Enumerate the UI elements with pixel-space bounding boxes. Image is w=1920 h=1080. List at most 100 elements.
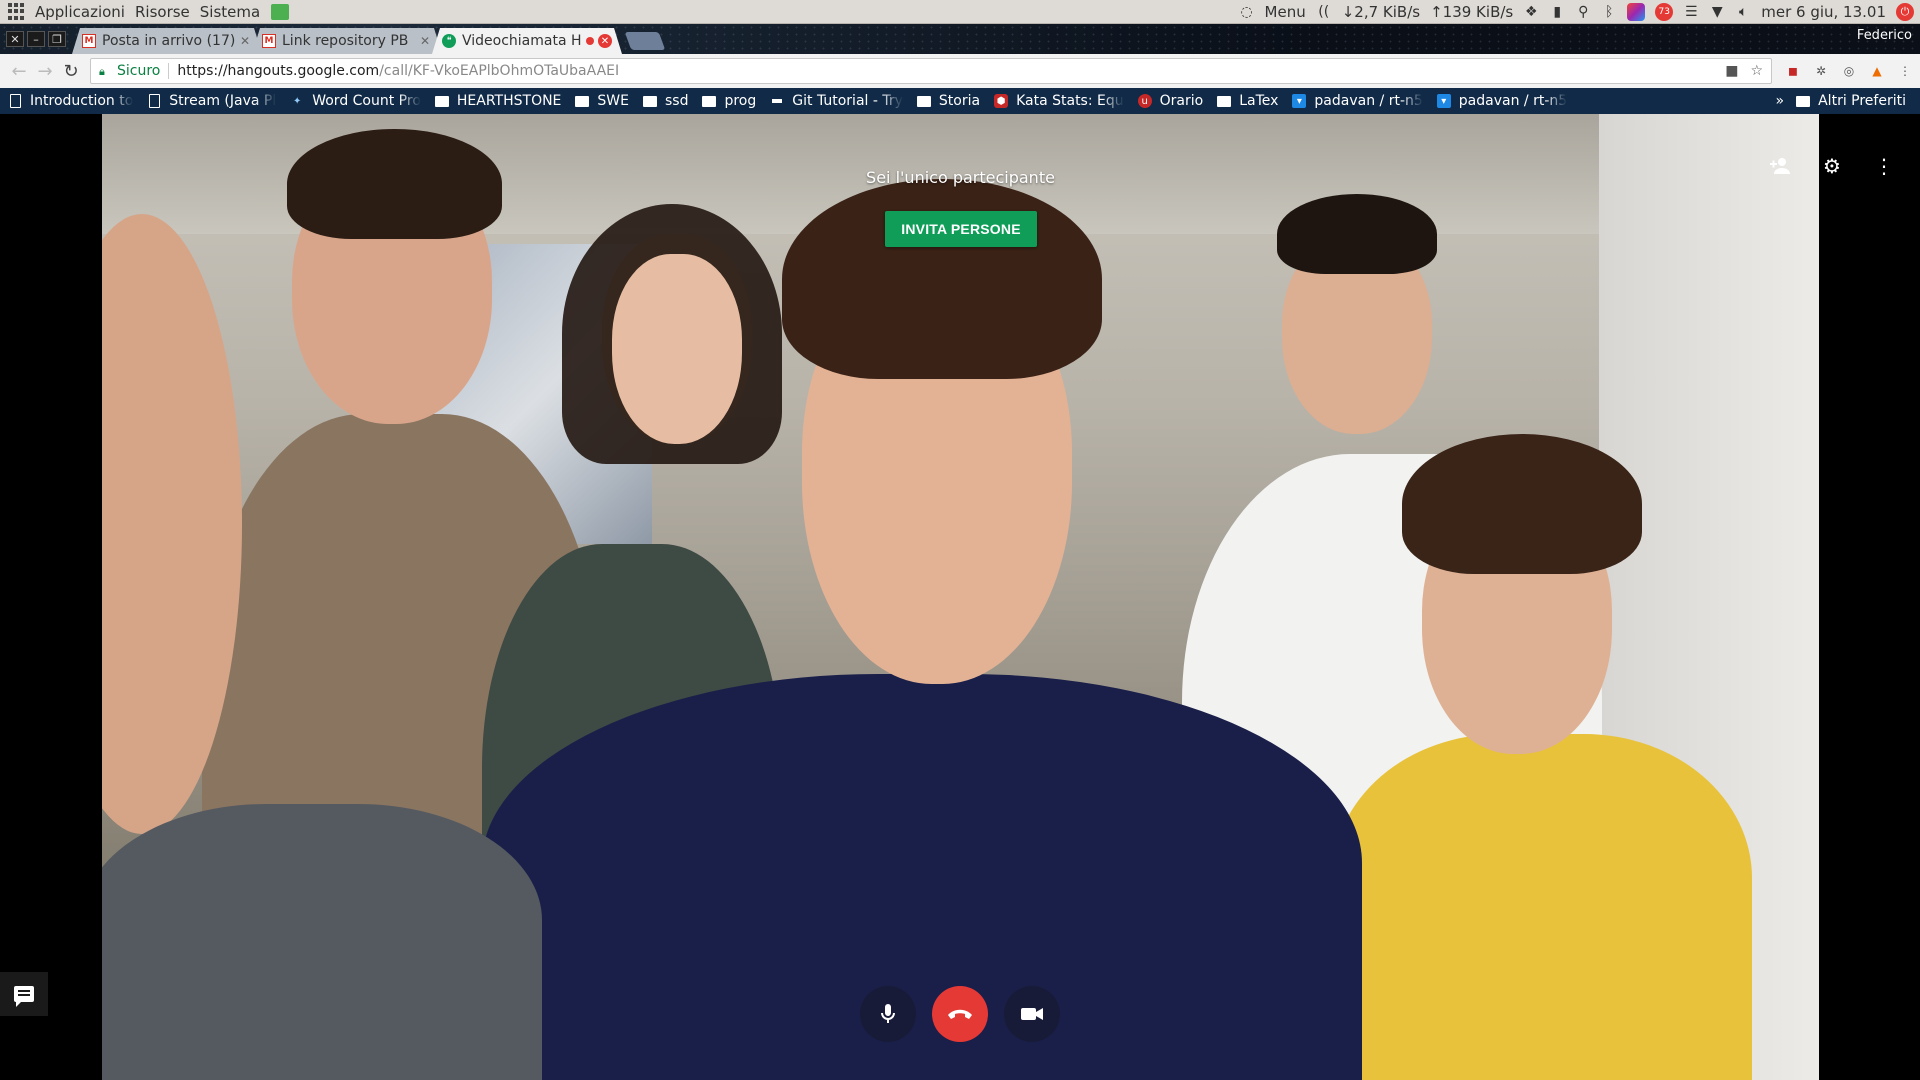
address-bar[interactable]: 🔒︎ Sicuro https://hangouts.google.com/ca… [90, 58, 1772, 84]
reload-icon[interactable]: ↻ [58, 58, 84, 84]
microphone-icon[interactable] [860, 986, 916, 1042]
network-speed-icon: (( [1318, 3, 1330, 20]
bluetooth-icon[interactable]: ᛒ [1601, 4, 1617, 20]
call-controls [0, 986, 1920, 1042]
system-panel: Applicazioni Risorse Sistema ◌ Menu (( ↓… [0, 0, 1920, 24]
net-up-speed: ↑139 KiB/s [1430, 2, 1514, 21]
app-indicator-icon[interactable] [1627, 2, 1646, 21]
invite-people-button[interactable]: INVITA PERSONE [885, 211, 1037, 247]
new-tab-button[interactable] [624, 32, 666, 50]
folder-icon [702, 95, 717, 107]
bookmark-item[interactable]: u Orario [1137, 88, 1203, 114]
unipd-icon: u [1137, 94, 1152, 108]
apps-grid-icon[interactable] [8, 2, 26, 21]
close-window-icon[interactable]: ✕ [6, 31, 24, 47]
close-tab-icon[interactable]: ✕ [418, 34, 432, 48]
menu-globe-icon[interactable]: ◌ [1239, 4, 1255, 20]
tab-title: Link repository PB [282, 33, 409, 49]
bookmark-folder[interactable]: LaTex [1217, 88, 1278, 114]
settings-gear-icon[interactable]: ⚙ [1820, 154, 1844, 178]
battery-icon[interactable]: ▮ [1549, 4, 1565, 20]
bookmark-folder[interactable]: ssd [642, 88, 688, 114]
url-host: https://hangouts.google.com [177, 63, 380, 79]
extension-orange-icon[interactable]: ▲ [1868, 62, 1886, 80]
bookmark-folder[interactable]: Storia [916, 88, 980, 114]
more-options-icon[interactable]: ⋮ [1872, 154, 1896, 178]
tab-strip: ✕ – ❐ M Posta in arrivo (17) ✕ M Link re… [0, 24, 1920, 54]
chrome-menu-icon[interactable]: ⋮ [1896, 62, 1914, 80]
recording-indicator-icon [586, 37, 594, 45]
location-icon[interactable]: ⚲ [1575, 4, 1591, 20]
bitbucket-icon: ▾ [1292, 94, 1307, 108]
wand-icon: ✦ [293, 95, 302, 107]
menu-applicazioni[interactable]: Applicazioni [30, 3, 130, 21]
other-bookmarks-folder[interactable]: Altri Preferiti [1796, 93, 1906, 109]
url-path: /call/KF-VkoEAPlbOhmOTaUbaAAEI [379, 63, 620, 79]
notes-icon[interactable]: ☰ [1683, 4, 1699, 20]
bookmark-item[interactable]: Introduction to [8, 88, 133, 114]
codewars-icon: ⬢ [994, 94, 1009, 108]
bookmark-item[interactable]: ▾ padavan / rt-n5 [1436, 88, 1567, 114]
bookmark-folder[interactable]: HEARTHSTONE [434, 88, 561, 114]
lock-icon[interactable]: 🔒︎ [99, 65, 111, 78]
profile-name[interactable]: Federico [1857, 28, 1912, 43]
folder-icon [1796, 95, 1811, 107]
bookmarks-bar: Introduction to Stream (Java Pl ✦ Word Co… [0, 88, 1920, 114]
video-feed: Sei l'unico partecipante INVITA PERSONE [102, 114, 1819, 1080]
gmail-icon: M [262, 34, 276, 48]
close-tab-icon[interactable]: ✕ [238, 34, 252, 48]
add-person-icon[interactable] [1768, 154, 1792, 178]
bitbucket-icon: ▾ [1436, 94, 1451, 108]
extension-gear-icon[interactable]: ✲ [1812, 62, 1830, 80]
volume-icon[interactable]: 🔈︎ [1735, 4, 1751, 20]
tab-gmail-inbox[interactable]: M Posta in arrivo (17) ✕ [72, 28, 262, 54]
bookmark-item[interactable]: ✦ Word Count Pro [290, 88, 421, 114]
restore-window-icon[interactable]: ❐ [48, 31, 66, 47]
bookmark-folder[interactable]: SWE [575, 88, 629, 114]
browser-toolbar: ← → ↻ 🔒︎ Sicuro https://hangouts.google.… [0, 54, 1920, 88]
tab-videochiamata[interactable]: ❝ Videochiamata H ✕ [432, 28, 622, 54]
folder-icon [1217, 95, 1232, 107]
extension-red-icon[interactable]: ◼ [1784, 62, 1802, 80]
extension-circle-icon[interactable]: ◎ [1840, 62, 1858, 80]
bookmark-item[interactable]: Git Tutorial - Try [770, 88, 903, 114]
page-icon [148, 94, 160, 108]
folder-icon [434, 95, 449, 107]
dropbox-icon[interactable]: ❖ [1523, 4, 1539, 20]
git-icon [772, 99, 783, 103]
folder-icon [916, 95, 931, 107]
video-camera-icon[interactable] [1004, 986, 1060, 1042]
folder-icon [575, 95, 590, 107]
secure-label[interactable]: Sicuro [117, 63, 170, 79]
bookmark-item[interactable]: ⬢ Kata Stats: Equ [994, 88, 1124, 114]
clock[interactable]: mer 6 giu, 13.01 [1761, 3, 1886, 21]
menu-risorse[interactable]: Risorse [130, 3, 195, 21]
close-tab-icon[interactable]: ✕ [598, 34, 612, 48]
menu-sistema[interactable]: Sistema [195, 3, 265, 21]
bookmark-item[interactable]: Stream (Java Pl [147, 88, 276, 114]
bookmark-folder[interactable]: prog [702, 88, 756, 114]
folder-icon [642, 95, 657, 107]
bookmark-item[interactable]: ▾ padavan / rt-n5 [1292, 88, 1423, 114]
wifi-icon[interactable]: ▼ [1709, 4, 1725, 20]
notification-badge[interactable]: 73 [1655, 2, 1674, 21]
back-icon[interactable]: ← [6, 58, 32, 84]
gmail-icon: M [82, 34, 96, 48]
hangouts-icon: ❝ [442, 34, 456, 48]
file-manager-icon[interactable] [271, 3, 290, 20]
chat-toggle-button[interactable] [0, 972, 48, 1016]
net-down-speed: ↓2,7 KiB/s [1341, 2, 1421, 21]
hang-up-icon[interactable] [932, 986, 988, 1042]
forward-icon[interactable]: → [32, 58, 58, 84]
tab-title: Videochiamata H [462, 33, 582, 49]
menu-button[interactable]: Menu [1265, 3, 1306, 21]
bookmarks-overflow-button[interactable]: » [1776, 93, 1785, 109]
bookmark-star-icon[interactable]: ☆ [1750, 63, 1763, 79]
chat-icon [14, 986, 34, 1007]
call-top-actions: ⚙ ⋮ [1768, 154, 1896, 178]
participant-status-text: Sei l'unico partecipante [866, 168, 1055, 187]
camera-in-use-icon[interactable]: ■ [1725, 63, 1738, 79]
power-icon[interactable]: ⏻ [1896, 2, 1914, 21]
minimize-window-icon[interactable]: – [27, 31, 45, 47]
tab-link-repository[interactable]: M Link repository PB ✕ [252, 28, 442, 54]
